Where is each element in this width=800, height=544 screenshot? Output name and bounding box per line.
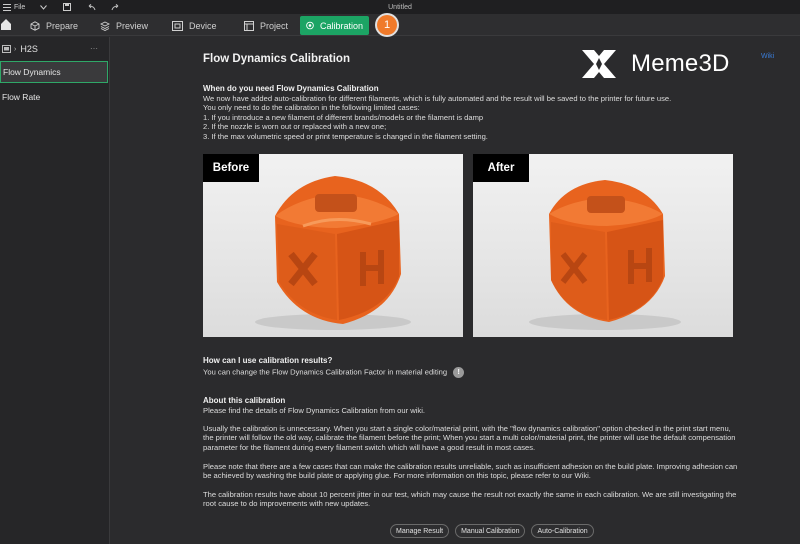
wiki-link[interactable]: Wiki — [761, 53, 774, 60]
printer-name: H2S — [20, 44, 38, 54]
when-line: 2. If the nozzle is worn out or replaced… — [203, 122, 387, 132]
title-bar: File Untitled — [0, 0, 800, 14]
before-photo: Before — [203, 154, 463, 337]
undo-icon[interactable] — [85, 2, 97, 12]
save-icon[interactable] — [61, 2, 73, 12]
info-icon[interactable]: ! — [453, 367, 465, 378]
tab-calibration[interactable]: Calibration — [300, 16, 369, 35]
printer-icon — [2, 45, 11, 53]
auto-calibration-button[interactable]: Auto-Calibration — [531, 524, 594, 538]
tab-label: Project — [260, 20, 289, 31]
calibration-note-2: Please note that there are a few cases t… — [203, 462, 738, 481]
target-icon — [306, 21, 314, 30]
logo: Meme3D — [581, 49, 730, 79]
when-line: 3. If the max volumetric speed or print … — [203, 131, 488, 141]
tab-label: Preview — [116, 20, 149, 31]
how-text: You can change the Flow Dynamics Calibra… — [203, 367, 448, 377]
tab-preview[interactable]: Preview — [94, 16, 154, 35]
sidebar-item-label: Flow Dynamics — [3, 67, 61, 77]
app-window: File Untitled Prepare Preview Device Pro… — [0, 0, 800, 544]
about-text: Please find the details of Flow Dynamics… — [203, 406, 425, 415]
calibration-note-1: Usually the calibration is unnecessary. … — [203, 424, 736, 452]
tab-prepare[interactable]: Prepare — [24, 16, 84, 35]
calibration-note-3: The calibration results have about 10 pe… — [203, 490, 737, 509]
manage-result-button[interactable]: Manage Result — [390, 524, 450, 538]
tab-label: Prepare — [46, 20, 79, 31]
how-heading: How can I use calibration results? — [203, 356, 333, 365]
manual-calibration-button[interactable]: Manual Calibration — [455, 524, 526, 538]
tab-label: Device — [189, 20, 217, 31]
layers-icon — [100, 20, 110, 31]
sidebar-item-flow-rate[interactable]: Flow Rate — [0, 86, 108, 108]
chevron-right-icon: › — [14, 45, 17, 53]
about-heading: About this calibration — [203, 396, 286, 405]
tab-project[interactable]: Project — [238, 16, 294, 35]
meme3d-logo-icon — [582, 50, 616, 78]
before-label: Before — [203, 154, 259, 182]
redo-icon[interactable] — [109, 2, 121, 12]
device-icon — [172, 20, 183, 31]
page-title: Flow Dynamics Calibration — [203, 53, 350, 65]
chevron-down-icon[interactable] — [37, 2, 49, 12]
sidebar-item-label: Flow Rate — [2, 92, 41, 102]
logo-text: Meme3D — [631, 50, 730, 77]
when-line: You only need to do the calibration in t… — [203, 103, 420, 113]
when-line: 1. If you introduce a new filament of di… — [203, 112, 484, 122]
how-text-row: You can change the Flow Dynamics Calibra… — [203, 367, 743, 378]
after-photo: After — [473, 154, 733, 337]
sidebar-item-flow-dynamics[interactable]: Flow Dynamics — [0, 61, 108, 83]
more-icon[interactable]: ⋯ — [90, 44, 98, 53]
menu-icon — [3, 3, 11, 11]
main-tab-bar: Prepare Preview Device Project Calibrati… — [0, 14, 800, 36]
file-menu-label: File — [14, 3, 26, 11]
tab-label: Calibration — [319, 20, 363, 31]
calibration-main-panel: Flow Dynamics Calibration Meme3D Wiki Wh… — [113, 37, 800, 544]
callout-1: 1 — [377, 15, 397, 35]
project-icon — [244, 20, 254, 31]
when-text-block: We now have added auto-calibration for d… — [203, 94, 743, 141]
calibration-sidebar: › H2S ⋯ Flow Dynamics Flow Rate 2 — [0, 37, 137, 544]
cube-icon — [30, 20, 40, 31]
file-menu[interactable]: File — [3, 3, 26, 11]
action-buttons: Manage Result Manual Calibration Auto-Ca… — [390, 524, 600, 538]
after-label: After — [473, 154, 529, 182]
when-line: We now have added auto-calibration for d… — [203, 94, 672, 103]
home-icon[interactable] — [0, 17, 12, 31]
when-heading: When do you need Flow Dynamics Calibrati… — [203, 84, 379, 93]
tab-device[interactable]: Device — [166, 16, 223, 35]
printer-selector[interactable]: › H2S ⋯ — [0, 40, 110, 58]
